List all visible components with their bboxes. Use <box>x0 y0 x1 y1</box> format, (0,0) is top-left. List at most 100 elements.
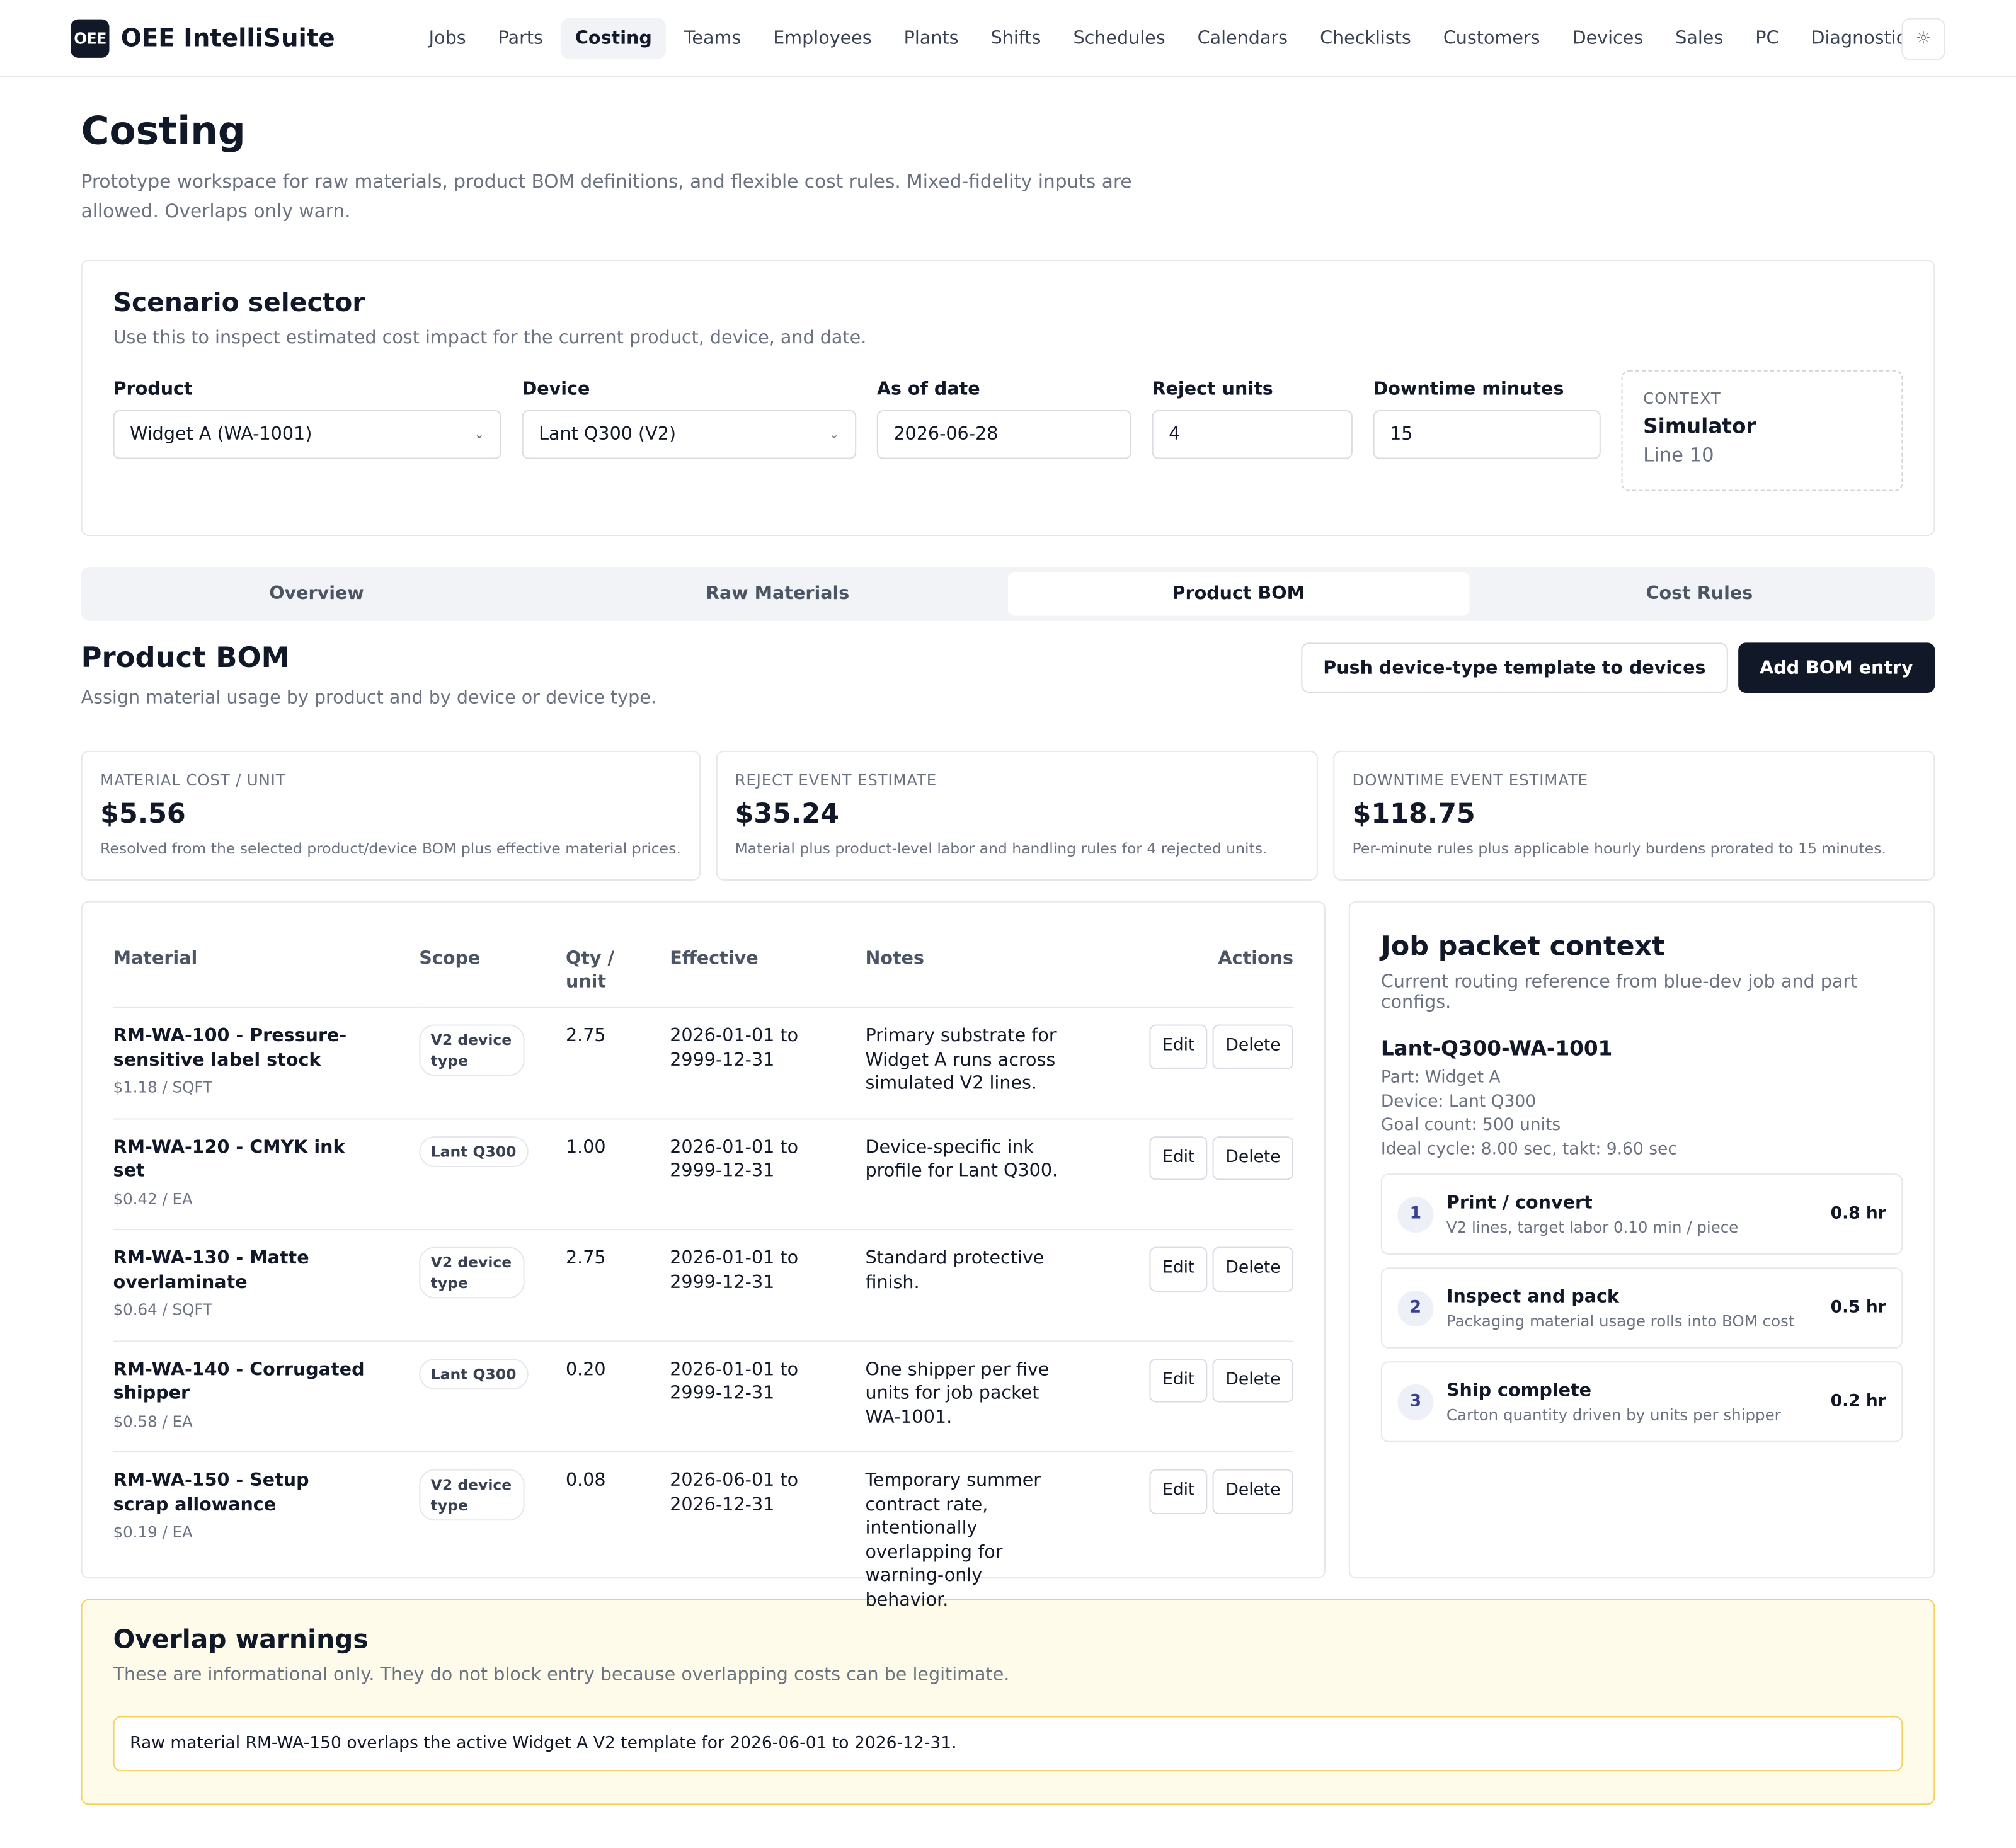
effective-range: 2026-01-01 to 2999-12-31 <box>670 1007 866 1119</box>
routing-step: 1 Print / convert V2 lines, target labor… <box>1380 1173 1903 1255</box>
material-price: $0.19 / EA <box>113 1523 193 1541</box>
effective-range: 2026-01-01 to 2999-12-31 <box>670 1118 866 1231</box>
nav-item-schedules[interactable]: Schedules <box>1059 18 1179 59</box>
device-field: Device Lant Q300 (V2) ⌄ <box>522 379 857 459</box>
job-packet-id: Lant-Q300-WA-1001 <box>1380 1035 1613 1061</box>
device-select[interactable]: Lant Q300 (V2) ⌄ <box>522 410 857 459</box>
column-header-material[interactable]: Material <box>113 933 420 1008</box>
reject-label: Reject units <box>1152 379 1273 400</box>
row-notes: Device-specific ink profile for Lant Q30… <box>865 1118 1123 1231</box>
nav-item-employees[interactable]: Employees <box>759 18 886 59</box>
column-header-effective[interactable]: Effective <box>670 933 866 1008</box>
metric-downtime-estimate: DOWNTIME EVENT ESTIMATE $118.75 Per-minu… <box>1332 750 1935 881</box>
push-template-button[interactable]: Push device-type template to devices <box>1301 642 1728 693</box>
table-row: RM-WA-130 - Matte overlaminate $0.64 / SQ… <box>113 1229 1294 1342</box>
reject-units-input[interactable]: 4 <box>1152 410 1353 459</box>
nav-item-shifts[interactable]: Shifts <box>976 18 1055 59</box>
metric-material-cost: MATERIAL COST / UNIT $5.56 Resolved from… <box>81 750 701 881</box>
nav-item-jobs[interactable]: Jobs <box>415 18 480 59</box>
edit-button[interactable]: Edit <box>1149 1024 1208 1069</box>
step-hours: 0.5 hr <box>1830 1298 1886 1318</box>
effective-range: 2026-06-01 to 2026-12-31 <box>670 1470 799 1515</box>
job-packet-info: Part: Widget A Device: Lant Q300 Goal co… <box>1381 1067 1903 1162</box>
add-bom-entry-button[interactable]: Add BOM entry <box>1738 642 1935 693</box>
theme-toggle-button[interactable]: ☼ <box>1901 18 1945 60</box>
scope-badge: V2 device type <box>419 1246 525 1299</box>
packet-part: Part: Widget A <box>1380 1068 1501 1088</box>
nav-item-teams[interactable]: Teams <box>670 18 755 59</box>
context-label: CONTEXT <box>1643 389 1721 408</box>
main-nav: Jobs Parts Costing Teams Employees Plant… <box>415 17 1930 59</box>
column-header-notes[interactable]: Notes <box>865 933 1123 1008</box>
nav-item-parts[interactable]: Parts <box>484 18 557 59</box>
scope-badge: V2 device type <box>419 1024 525 1076</box>
overlap-warnings-subtitle: These are informational only. They do no… <box>113 1664 1010 1685</box>
metric-label: DOWNTIME EVENT ESTIMATE <box>1352 771 1588 790</box>
column-header-actions: Actions <box>1122 933 1294 1008</box>
metric-value: $5.56 <box>100 798 186 830</box>
nav-item-calendars[interactable]: Calendars <box>1183 18 1302 59</box>
device-select-value: Lant Q300 (V2) <box>539 424 677 445</box>
qty-per-unit: 2.75 <box>565 1007 670 1119</box>
qty-per-unit: 0.20 <box>565 1340 670 1453</box>
nav-item-costing[interactable]: Costing <box>561 17 667 59</box>
scenario-subtitle: Use this to inspect estimated cost impac… <box>113 328 867 349</box>
metric-description: Material plus product-level labor and ha… <box>735 839 1268 858</box>
delete-button[interactable]: Delete <box>1213 1246 1294 1291</box>
edit-button[interactable]: Edit <box>1149 1469 1208 1514</box>
metric-value: $35.24 <box>735 798 839 830</box>
delete-button[interactable]: Delete <box>1213 1136 1294 1180</box>
edit-button[interactable]: Edit <box>1149 1246 1208 1291</box>
material-price: $0.58 / EA <box>113 1412 193 1430</box>
tab-overview[interactable]: Overview <box>86 572 547 615</box>
job-packet-card: Job packet context Current routing refer… <box>1348 901 1935 1579</box>
step-description: V2 lines, target labor 0.10 min / piece <box>1446 1218 1739 1236</box>
context-line: Line 10 <box>1643 443 1714 467</box>
edit-button[interactable]: Edit <box>1149 1136 1208 1180</box>
packet-device: Device: Lant Q300 <box>1380 1092 1537 1112</box>
product-label: Product <box>113 379 193 400</box>
table-header-row: Material Scope Qty / unit Effective Note… <box>113 933 1294 1008</box>
edit-button[interactable]: Edit <box>1149 1358 1208 1403</box>
page-title: Costing <box>81 109 246 154</box>
scenario-fields: Product Widget A (WA-1001) ⌄ Device Lant… <box>113 370 1903 491</box>
as-of-date-input[interactable]: 2026-06-28 <box>876 410 1131 459</box>
nav-item-checklists[interactable]: Checklists <box>1306 18 1426 59</box>
material-price: $0.64 / SQFT <box>113 1301 212 1319</box>
step-hours: 0.2 hr <box>1830 1392 1886 1412</box>
brand-logo: OEE <box>71 18 110 57</box>
table-row: RM-WA-150 - Setup scrap allowance $0.19 /… <box>113 1452 1294 1630</box>
delete-button[interactable]: Delete <box>1213 1469 1294 1514</box>
scope-badge: V2 device type <box>419 1469 525 1521</box>
top-navigation-bar: OEE OEE IntelliSuite Jobs Parts Costing … <box>0 0 2016 77</box>
nav-item-sales[interactable]: Sales <box>1661 18 1738 59</box>
costing-tabs: Overview Raw Materials Product BOM Cost … <box>81 566 1935 621</box>
product-select[interactable]: Widget A (WA-1001) ⌄ <box>113 410 501 459</box>
bom-table: Material Scope Qty / unit Effective Note… <box>113 933 1294 1630</box>
tab-cost-rules[interactable]: Cost Rules <box>1469 572 1930 615</box>
step-title: Inspect and pack <box>1446 1286 1619 1307</box>
nav-item-plants[interactable]: Plants <box>890 18 973 59</box>
delete-button[interactable]: Delete <box>1213 1024 1294 1069</box>
metric-description: Per-minute rules plus applicable hourly … <box>1352 839 1886 858</box>
step-description: Carton quantity driven by units per ship… <box>1446 1405 1781 1424</box>
nav-item-customers[interactable]: Customers <box>1429 18 1554 59</box>
nav-item-devices[interactable]: Devices <box>1558 18 1658 59</box>
date-field: As of date 2026-06-28 <box>876 379 1131 459</box>
context-box: CONTEXT Simulator Line 10 <box>1621 370 1903 491</box>
column-header-qty[interactable]: Qty / unit <box>565 933 670 1008</box>
product-field: Product Widget A (WA-1001) ⌄ <box>113 379 501 459</box>
downtime-minutes-input[interactable]: 15 <box>1373 410 1601 459</box>
step-number: 3 <box>1397 1383 1434 1420</box>
reject-field: Reject units 4 <box>1152 379 1353 459</box>
qty-per-unit: 0.08 <box>565 1470 606 1492</box>
nav-item-pc[interactable]: PC <box>1741 18 1793 59</box>
tab-product-bom[interactable]: Product BOM <box>1007 572 1469 616</box>
bom-title: Product BOM <box>81 642 290 675</box>
chevron-down-icon: ⌄ <box>474 428 485 443</box>
column-header-scope[interactable]: Scope <box>419 933 566 1008</box>
tab-raw-materials[interactable]: Raw Materials <box>547 572 1008 615</box>
delete-button[interactable]: Delete <box>1213 1358 1294 1403</box>
brand[interactable]: OEE OEE IntelliSuite <box>71 18 335 57</box>
brand-name: OEE IntelliSuite <box>120 23 335 52</box>
